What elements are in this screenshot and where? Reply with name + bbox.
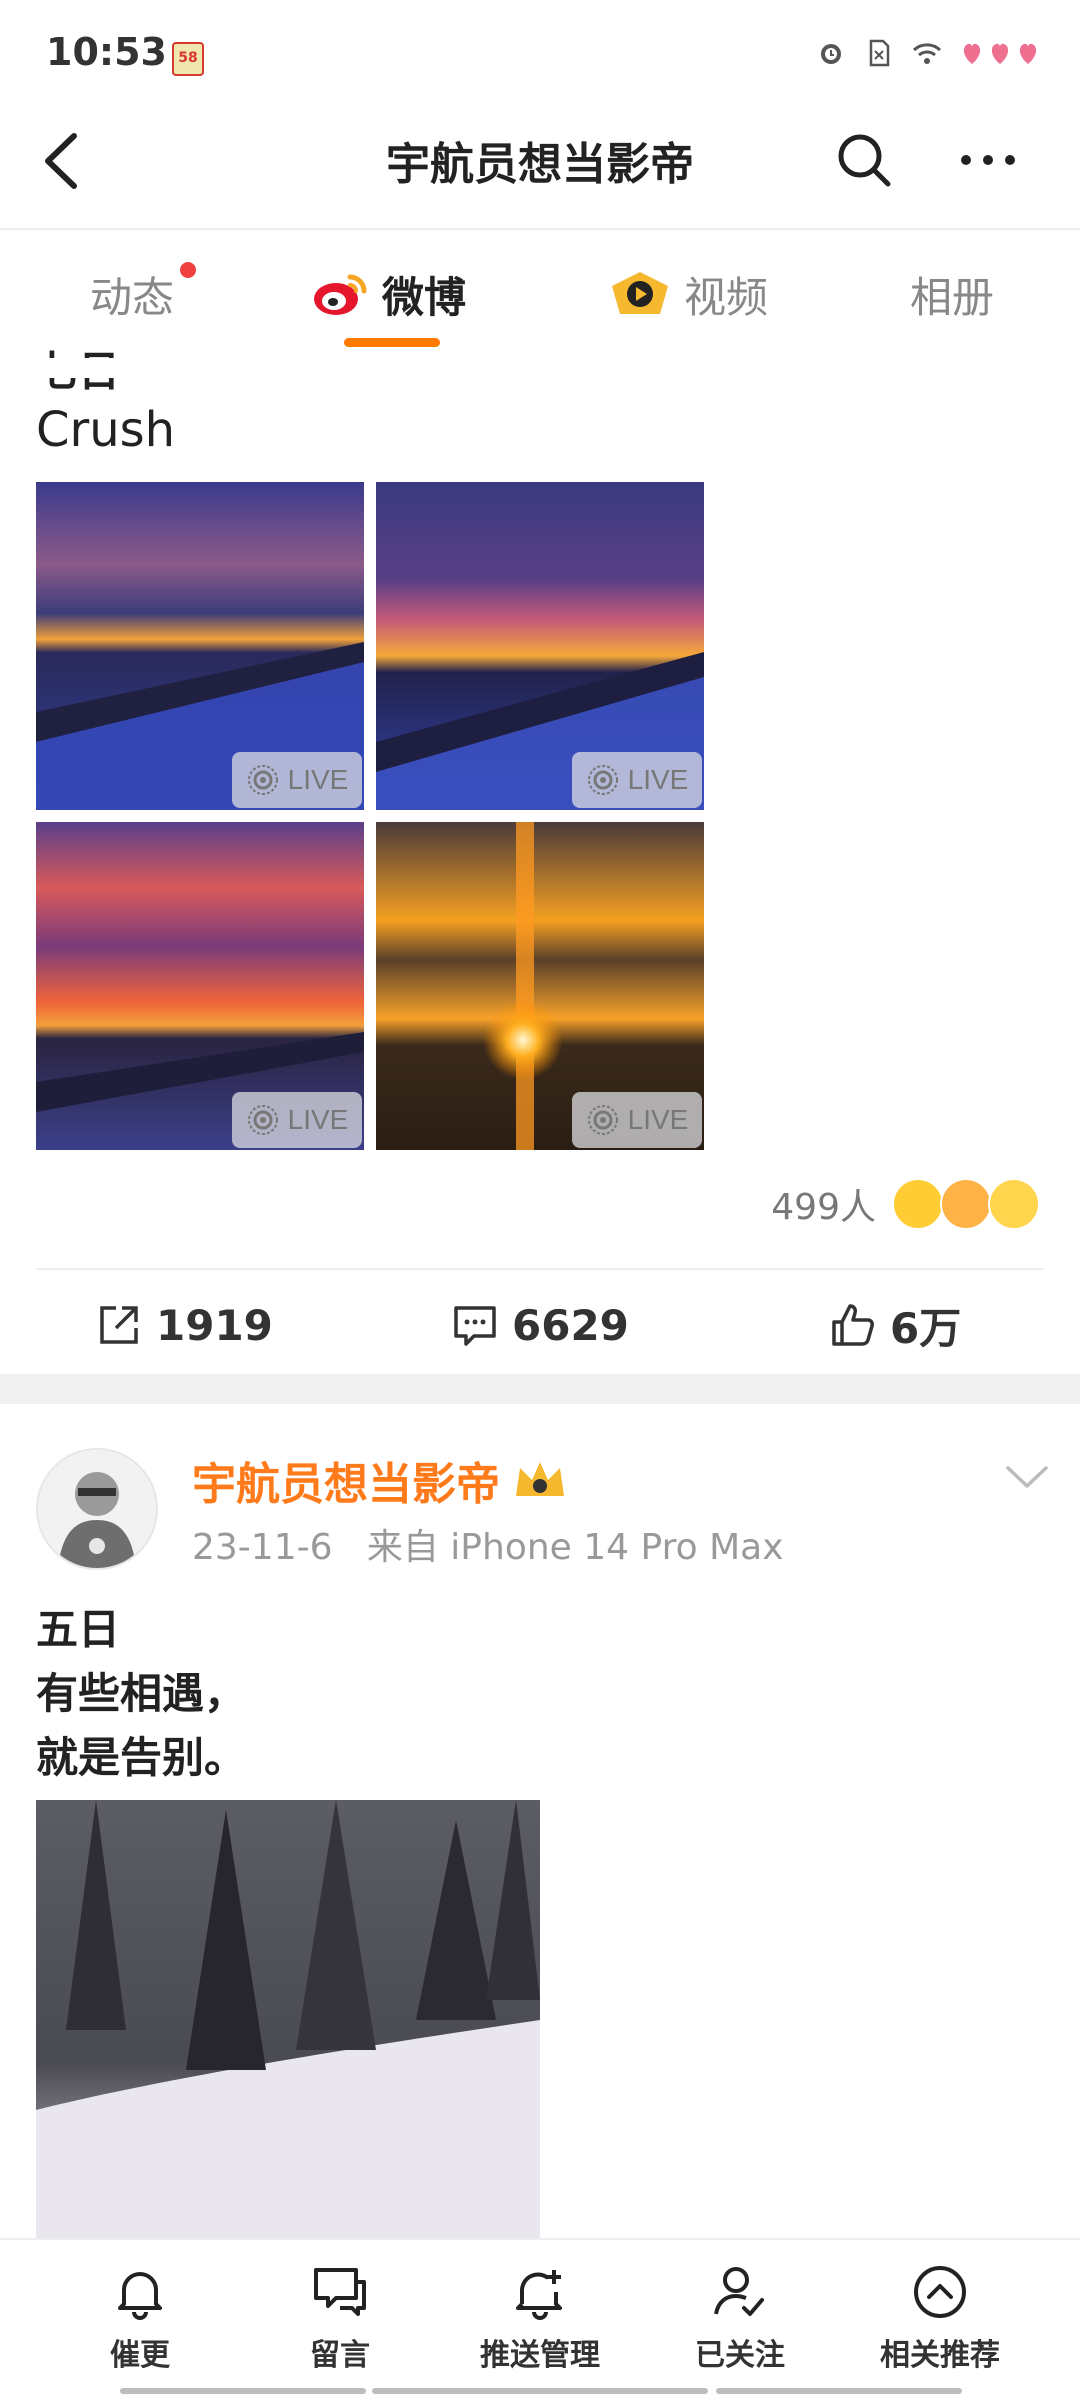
scroll-cover [0,358,1080,378]
post-line-1: 五日 [36,1605,121,1654]
post-source: 来自 iPhone 14 Pro Max [366,1527,784,1568]
post-meta: 23-11-6 来自 iPhone 14 Pro Max [192,1518,784,1570]
avatar-image [38,1450,156,1568]
post-line-3: 就是告别。 [36,1733,247,1782]
bottom-label: 相关推荐 [880,2338,1000,2373]
page-title: 宇航员想当影帝 [386,139,694,190]
photo-image [36,1800,540,2238]
live-badge: LIVE [572,752,702,808]
bottom-label: 已关注 [695,2338,785,2373]
scroll-indicator [372,2388,708,2394]
post-date: 23-11-6 [192,1527,333,1568]
user-check-icon [714,2267,764,2316]
scroll-indicator [120,2388,366,2394]
post-photo-3[interactable]: LIVE [36,822,364,1150]
tab-label: 动态 [90,272,175,322]
reaction-count: 499人 [771,1187,876,1228]
message-icon [314,2268,366,2316]
live-label: LIVE [627,764,689,795]
live-icon [247,1105,278,1135]
author-name: 宇航员想当影帝 [192,1459,500,1510]
more-icon[interactable] [958,150,1018,170]
post-line-2: 有些相遇， [36,1669,247,1718]
comment-count: 6629 [512,1300,629,1350]
repost-button[interactable]: 1919 [96,1290,273,1360]
actions-divider [36,1268,1044,1270]
live-label: LIVE [627,1104,689,1135]
repost-count: 1919 [156,1300,273,1350]
live-badge: LIVE [572,1092,702,1148]
bottom-urge-button[interactable]: 催更 [50,2262,230,2374]
post-separator [0,1374,1080,1404]
comment-icon [454,1306,496,1346]
tab-label: 视频 [684,272,769,322]
crown-badge-icon [516,1462,564,1496]
sim-icon [869,39,890,67]
avatar[interactable] [36,1448,158,1570]
tab-video[interactable]: 视频 [608,264,768,324]
post2-photo[interactable] [36,1800,540,2238]
active-tab-indicator [344,338,440,347]
status-time: 10:53 [46,30,167,74]
live-badge: LIVE [232,752,362,808]
surprised-emoji-icon [892,1178,944,1230]
tab-label: 微博 [382,272,467,322]
bottom-label: 推送管理 [480,2338,600,2373]
video-icon [612,272,668,314]
comment-button[interactable]: 6629 [452,1290,629,1360]
weibo-icon [314,274,367,315]
live-badge: LIVE [232,1092,362,1148]
live-label: LIVE [287,1104,349,1135]
kiss-emoji-icon [940,1178,992,1230]
like-icon [832,1304,874,1346]
bottom-related-button[interactable]: 相关推荐 [850,2262,1030,2374]
repost-icon [100,1306,138,1344]
post-photo-4[interactable]: LIVE [376,822,704,1150]
post-photo-1[interactable]: LIVE [36,482,364,810]
bottom-label: 催更 [110,2338,170,2373]
bottom-message-button[interactable]: 留言 [250,2262,430,2374]
hearts-icon [963,43,1037,64]
bell-plus-icon [516,2270,562,2320]
bell-icon [118,2272,162,2320]
bottom-label: 留言 [310,2338,370,2373]
alarm-icon [821,44,841,64]
reactions-summary[interactable]: 499人 [771,1178,1040,1230]
status-icons [816,38,1040,68]
bottom-following-button[interactable]: 已关注 [650,2262,830,2374]
like-count: 6万 [890,1303,962,1353]
live-icon [247,765,278,795]
bottom-push-settings-button[interactable]: 推送管理 [450,2262,630,2374]
tab-album[interactable]: 相册 [910,264,994,324]
post-photo-2[interactable]: LIVE [376,482,704,810]
post-author[interactable]: 宇航员想当影帝 [192,1448,568,1512]
post-text: Crush [36,402,176,458]
tab-weibo[interactable]: 微博 [310,264,466,324]
laugh-emoji-icon [988,1178,1040,1230]
live-label: LIVE [287,764,349,795]
search-icon[interactable] [834,130,894,190]
live-icon [587,765,618,795]
notification-dot [180,262,196,278]
wifi-icon [912,43,942,64]
app-badge-icon: 58 [172,42,204,76]
chevron-down-icon[interactable] [1004,1462,1050,1492]
tab-label: 相册 [910,272,995,322]
live-icon [587,1105,618,1135]
chevron-up-circle-icon [914,2266,966,2318]
like-button[interactable]: 6万 [830,1290,961,1360]
nav-divider [0,228,1080,230]
tab-dynamic[interactable]: 动态 [90,264,174,324]
scroll-indicator [716,2388,962,2394]
